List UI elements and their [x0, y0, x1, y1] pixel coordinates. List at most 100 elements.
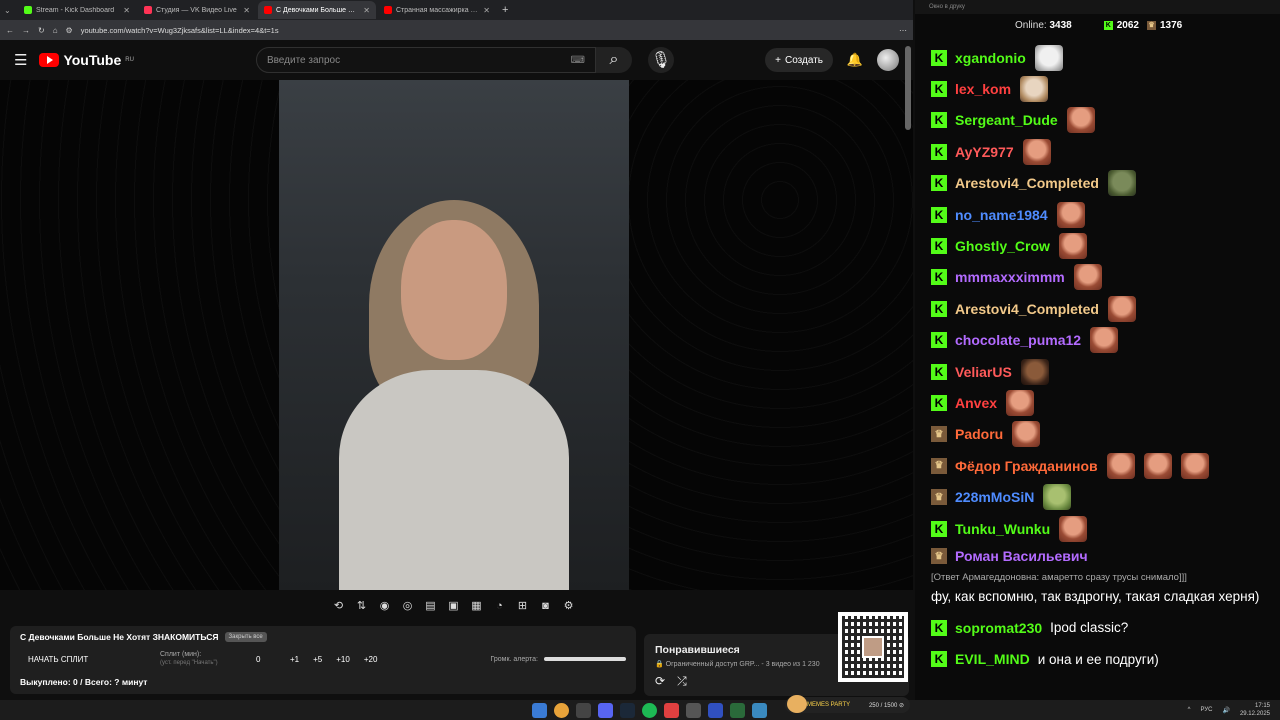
telegram-icon[interactable] [752, 702, 767, 718]
steam-icon[interactable] [620, 702, 635, 718]
video-player[interactable] [0, 80, 913, 590]
increment-10-button[interactable]: +10 [336, 655, 350, 664]
chat-username[interactable]: VeliarUS [955, 364, 1012, 380]
kick-badge-icon: K [931, 206, 947, 223]
clock[interactable]: 17:15 29.12.2025 [1240, 702, 1270, 718]
chat-username[interactable]: lex_kom [955, 81, 1011, 97]
chat-username[interactable]: Фёдор Гражданинов [955, 458, 1098, 474]
split-controls-row: НАЧАТЬ СПЛИТ Сплит (мин): (уст. перед "На… [20, 650, 626, 668]
search-input[interactable]: Введите запрос ⌨ [255, 47, 596, 73]
chat-username[interactable]: no_name1984 [955, 207, 1048, 223]
chat-username[interactable]: Padoru [955, 426, 1003, 442]
repeat-icon[interactable]: ⟳ [655, 674, 665, 689]
clip-icon[interactable]: ▤ [422, 598, 439, 615]
chat-username[interactable]: 228mMoSiN [955, 489, 1034, 505]
split-stats: Выкуплено: 0 / Всего: ? минут [20, 677, 148, 687]
chat-username[interactable]: AyYZ977 [955, 144, 1014, 160]
add-to-queue-icon[interactable]: ⊞ [514, 598, 531, 615]
discord-icon[interactable] [598, 702, 613, 718]
avatar[interactable] [877, 49, 899, 71]
search-placeholder: Введите запрос [266, 54, 341, 66]
search-button[interactable]: ⌕ [595, 47, 632, 73]
playlist-position: 3 видео из 1 230 [765, 661, 820, 668]
chat-username[interactable]: Tunku_Wunku [955, 521, 1050, 537]
tab-youtube-other[interactable]: Странная массажирка 🍔 Вид✕ [378, 1, 496, 19]
increment-20-button[interactable]: +20 [364, 655, 378, 664]
memes-progress: 250 / 1500 ⊘ [868, 702, 904, 709]
close-icon[interactable]: ✕ [123, 6, 130, 15]
back-icon[interactable]: ← [6, 26, 14, 35]
reload-icon[interactable]: ↻ [38, 26, 45, 35]
tab-search-icon[interactable]: ⌄ [4, 6, 18, 15]
kick-badge-icon: K [931, 175, 947, 192]
increment-5-button[interactable]: +5 [313, 655, 322, 664]
close-icon[interactable]: ✕ [483, 6, 490, 15]
language-indicator[interactable]: РУС [1200, 707, 1212, 713]
new-tab-icon[interactable]: + [502, 4, 508, 16]
menu-icon[interactable]: ☰ [14, 51, 27, 69]
player-icon[interactable] [708, 702, 723, 718]
start-icon[interactable] [532, 702, 547, 718]
page-scrollbar[interactable] [905, 46, 911, 130]
extensions-icon[interactable]: ⋯ [899, 26, 907, 35]
broadcast-icon[interactable]: ◉ [376, 598, 393, 615]
chat-username[interactable]: sopromat230 [955, 620, 1042, 636]
chat-window: Окно в друку Online: 3438 K 2062 ♛ 1376 Kx… [915, 0, 1280, 700]
notifications-bell-icon[interactable]: 🔔 [845, 52, 865, 68]
kick-count: 2062 [1116, 19, 1139, 31]
screenshot-icon[interactable]: ◙ [537, 598, 554, 615]
chat-username[interactable]: Arestovi4_Completed [955, 301, 1099, 317]
shuffle-icon[interactable]: ⤮ [677, 674, 687, 689]
chat-username[interactable]: Arestovi4_Completed [955, 175, 1099, 191]
youtube-logo[interactable]: YouTube RU [39, 52, 134, 68]
tab-kick-dashboard[interactable]: Stream - Kick Dashboard ✕ [18, 1, 136, 19]
forward-icon[interactable]: → [22, 26, 30, 35]
tab-label: Странная массажирка 🍔 Вид [396, 7, 480, 14]
close-icon[interactable]: ✕ [363, 6, 370, 15]
alert-volume-slider[interactable] [544, 657, 626, 661]
chat-username[interactable]: Роман Васильевич [955, 548, 1088, 564]
watch-icon[interactable]: ◎ [399, 598, 416, 615]
tab-youtube-current[interactable]: С Девочками Больше Не Хотя ✕ [258, 1, 376, 19]
picture-in-picture-icon[interactable]: ▣ [445, 598, 462, 615]
chrome-icon[interactable] [554, 702, 569, 718]
voice-search-button[interactable]: 🎙 [647, 47, 674, 73]
start-split-button[interactable]: НАЧАТЬ СПЛИТ [20, 655, 160, 664]
chat-username[interactable]: chocolate_puma12 [955, 332, 1081, 348]
taskbar: ^ РУС 🔊 17:15 29.12.2025 [0, 700, 1280, 720]
chat-username[interactable]: Anvex [955, 395, 997, 411]
app2-icon[interactable] [686, 702, 701, 718]
app3-icon[interactable] [730, 702, 745, 718]
chat-username[interactable]: EVIL_MIND [955, 651, 1030, 667]
settings-gear-icon[interactable]: ⚙ [560, 598, 577, 615]
url-field[interactable]: youtube.com/watch?v=Wug3Zjksafs&list=LL&… [81, 26, 891, 35]
tab-vk-video[interactable]: Студия — VK Видео Live ✕ [138, 1, 256, 19]
home-icon[interactable]: ⌂ [53, 26, 58, 35]
close-icon[interactable]: ✕ [243, 6, 250, 15]
theater-icon[interactable]: ▦ [468, 598, 485, 615]
speed-icon[interactable]: ◔ [491, 598, 508, 615]
loop-icon[interactable]: ⟲ [330, 598, 347, 615]
kick-viewers: K 2062 [1103, 19, 1139, 31]
site-info-icon[interactable]: ⚙ [66, 26, 73, 35]
spotify-icon[interactable] [642, 702, 657, 718]
chat-username[interactable]: mmmaxxximmm [955, 269, 1065, 285]
chat-message: Kxgandonio [923, 42, 1273, 73]
keyboard-icon[interactable]: ⌨ [571, 55, 585, 66]
chevron-up-icon[interactable]: ^ [1188, 707, 1191, 713]
volume-icon[interactable]: 🔊 [1222, 707, 1229, 714]
close-all-button[interactable]: Закрыть все [224, 632, 267, 642]
player-extension-controls: ⟲ ⇅ ◉ ◎ ▤ ▣ ▦ ◔ ⊞ ◙ ⚙ [330, 596, 577, 616]
app-icon[interactable] [576, 702, 591, 718]
online-label: Online: [1015, 19, 1047, 31]
create-button[interactable]: + Создать [765, 48, 833, 72]
increment-buttons: +1 +5 +10 +20 [290, 655, 377, 664]
alert-volume-group: Громк. алерта: [490, 656, 626, 663]
split-value[interactable]: 0 [256, 655, 288, 664]
increment-1-button[interactable]: +1 [290, 655, 299, 664]
sort-icon[interactable]: ⇅ [353, 598, 370, 615]
chat-username[interactable]: Sergeant_Dude [955, 112, 1058, 128]
obs-icon[interactable] [664, 702, 679, 718]
chat-username[interactable]: xgandonio [955, 50, 1026, 66]
chat-username[interactable]: Ghostly_Crow [955, 238, 1050, 254]
